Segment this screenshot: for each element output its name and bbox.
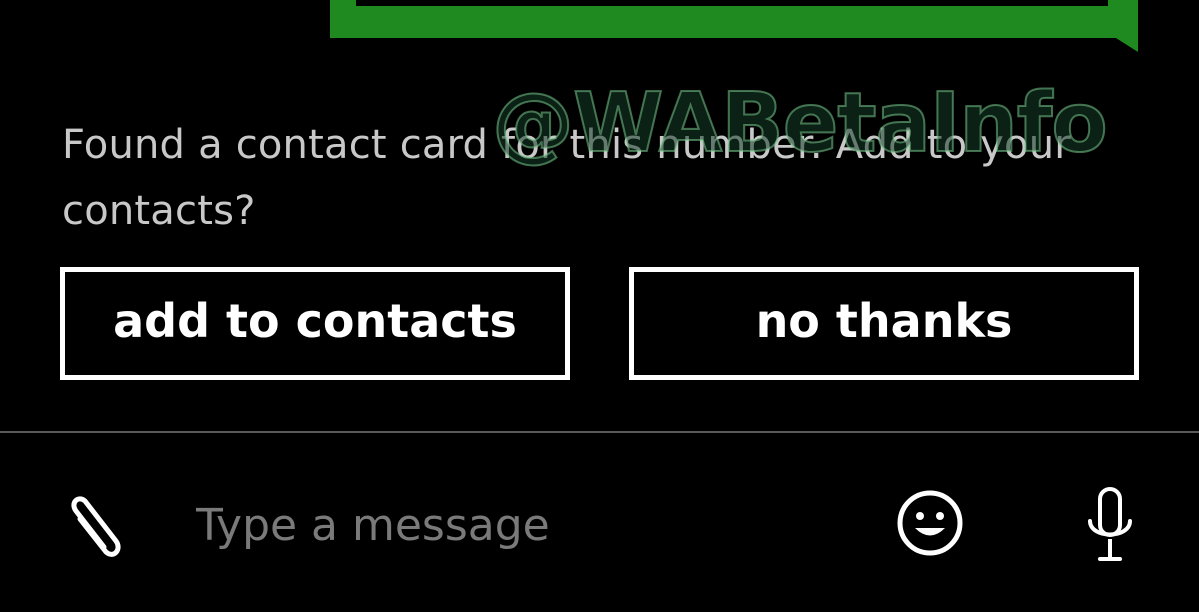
attach-button[interactable]: [52, 489, 132, 569]
message-input[interactable]: [196, 489, 836, 561]
smiley-icon: [897, 490, 963, 556]
microphone-icon: [1088, 487, 1132, 561]
message-bubble: [330, 0, 1138, 38]
message-bubble-tail: [1116, 38, 1138, 52]
no-thanks-button[interactable]: no thanks: [629, 267, 1139, 380]
message-bubble-body: [356, 0, 1108, 6]
add-to-contacts-button[interactable]: add to contacts: [60, 267, 570, 380]
paperclip-icon: [71, 496, 121, 557]
contact-card-prompt: Found a contact card for this number. Ad…: [62, 122, 1071, 234]
microphone-button[interactable]: [1082, 485, 1138, 567]
emoji-button[interactable]: [894, 487, 966, 559]
message-composer: [0, 433, 1199, 612]
